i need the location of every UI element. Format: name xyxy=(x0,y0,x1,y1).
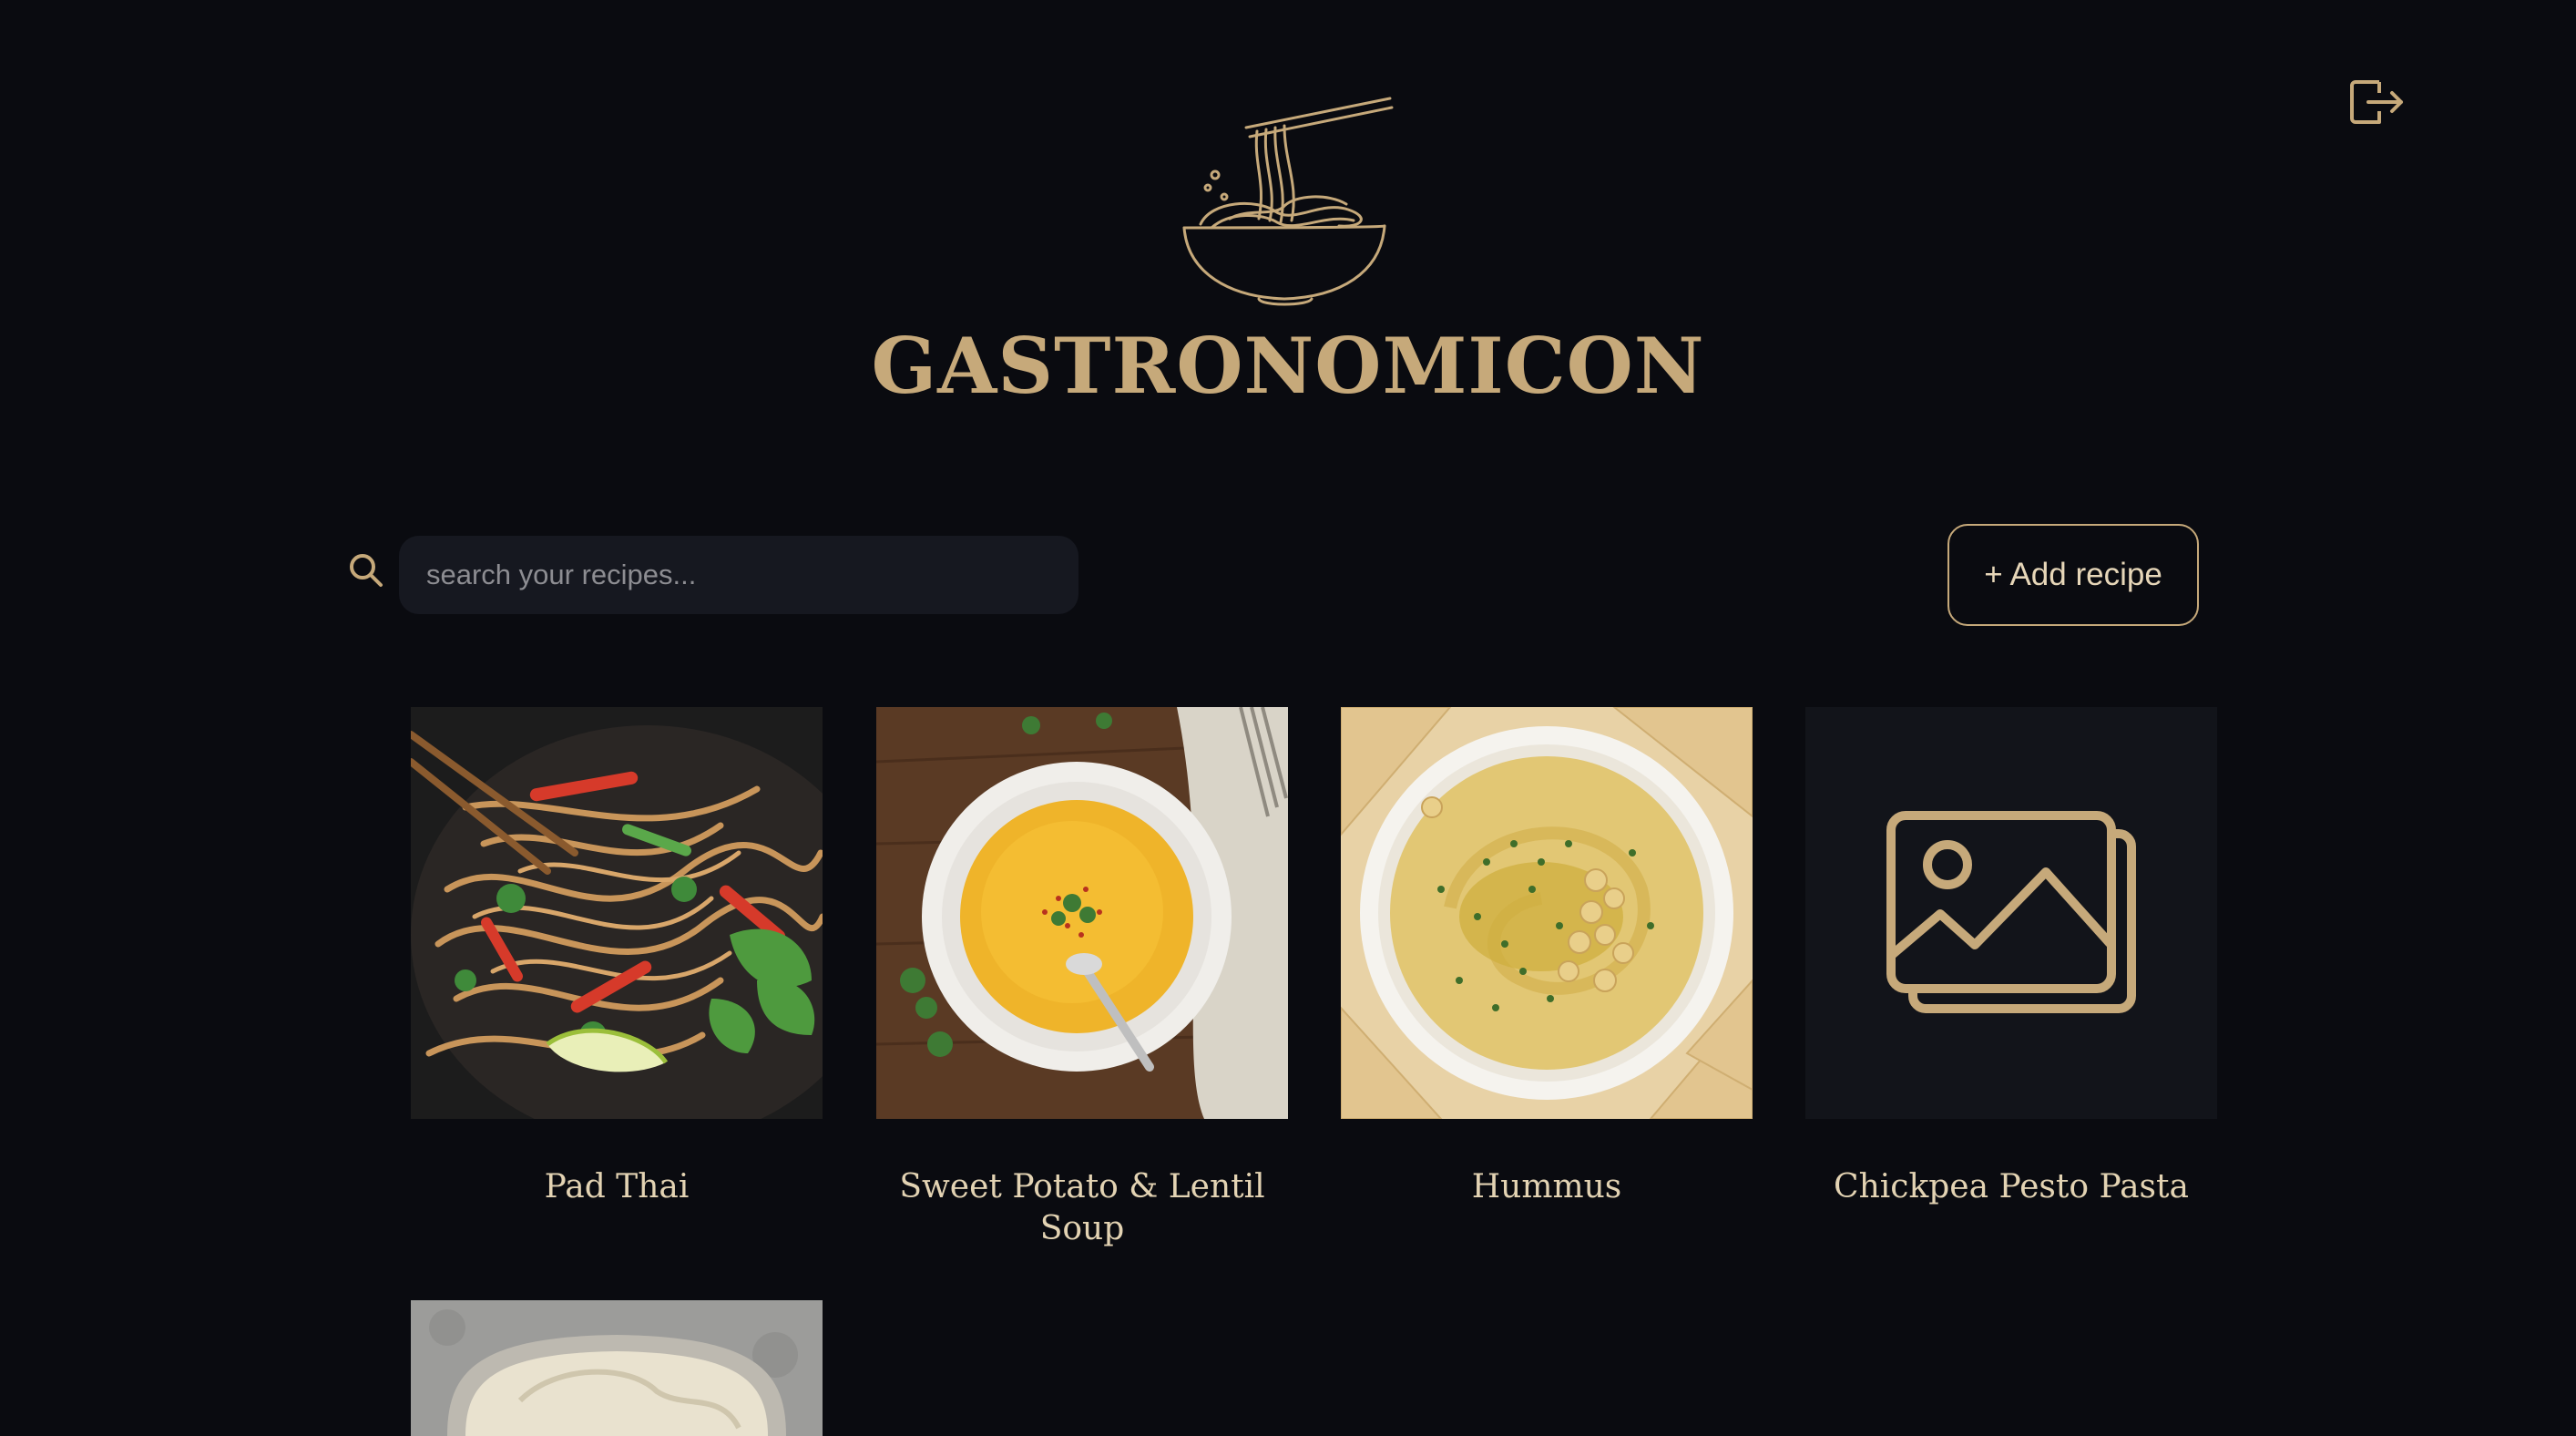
logout-button[interactable] xyxy=(2348,77,2407,128)
recipe-title: Hummus xyxy=(1471,1168,1622,1205)
recipe-image xyxy=(411,707,823,1119)
image-placeholder-icon xyxy=(1886,811,2136,1013)
recipe-card-5[interactable] xyxy=(411,1300,823,1436)
recipe-title: Pad Thai xyxy=(544,1168,690,1205)
recipe-card-pad-thai[interactable]: Pad Thai xyxy=(411,707,823,1208)
recipe-title: Chickpea Pesto Pasta xyxy=(1834,1168,2189,1205)
recipe-card-chickpea-pesto-pasta[interactable]: Chickpea Pesto Pasta xyxy=(1805,707,2217,1208)
noodle-bowl-icon xyxy=(1182,97,1394,306)
recipe-card-sweet-potato-lentil-soup[interactable]: Sweet Potato & Lentil Soup xyxy=(876,707,1288,1250)
recipe-card-hummus[interactable]: Hummus xyxy=(1341,707,1753,1208)
recipe-image xyxy=(411,1300,823,1436)
add-recipe-button[interactable]: + Add recipe xyxy=(1947,524,2199,626)
recipe-title: Sweet Potato & Lentil Soup xyxy=(899,1168,1265,1247)
recipe-image-placeholder xyxy=(1805,707,2217,1119)
recipe-image xyxy=(876,707,1288,1119)
app-logo xyxy=(1175,91,1403,310)
search-input[interactable] xyxy=(399,536,1078,614)
logout-icon xyxy=(2350,80,2403,124)
recipe-image xyxy=(1341,707,1753,1119)
app-title: GASTRONOMICON xyxy=(871,321,1705,411)
search-icon xyxy=(346,550,386,590)
